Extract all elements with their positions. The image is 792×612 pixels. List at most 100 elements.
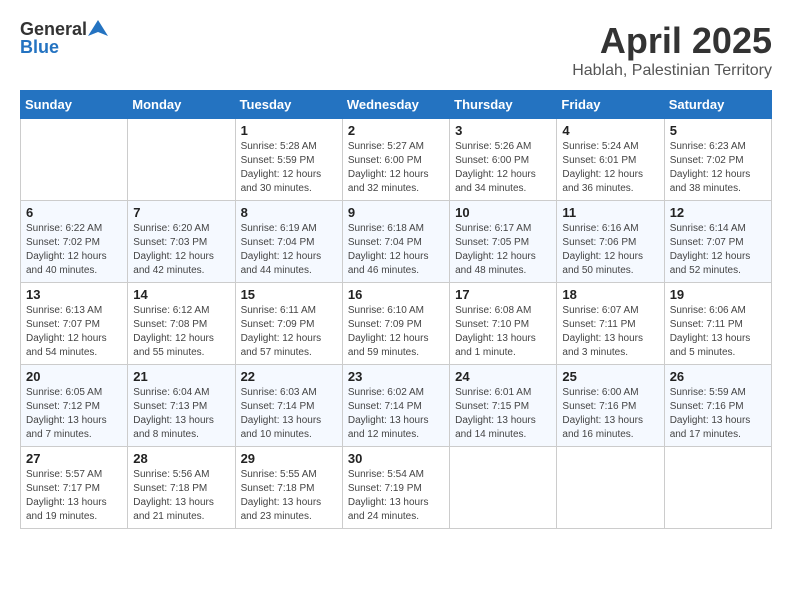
day-info: Sunrise: 6:20 AMSunset: 7:03 PMDaylight:… bbox=[133, 222, 229, 278]
day-number: 15 bbox=[241, 287, 337, 302]
title-block: April 2025 Hablah, Palestinian Territory bbox=[572, 20, 772, 80]
day-number: 4 bbox=[562, 123, 658, 138]
day-number: 29 bbox=[241, 451, 337, 466]
calendar-cell: 4 Sunrise: 5:24 AMSunset: 6:01 PMDaylight… bbox=[557, 119, 664, 201]
day-number: 14 bbox=[133, 287, 229, 302]
day-info: Sunrise: 6:11 AMSunset: 7:09 PMDaylight:… bbox=[241, 304, 337, 360]
calendar-cell bbox=[664, 447, 771, 529]
day-info: Sunrise: 6:19 AMSunset: 7:04 PMDaylight:… bbox=[241, 222, 337, 278]
day-number: 22 bbox=[241, 369, 337, 384]
calendar-cell: 7 Sunrise: 6:20 AMSunset: 7:03 PMDaylight… bbox=[128, 201, 235, 283]
calendar-cell bbox=[557, 447, 664, 529]
day-info: Sunrise: 6:05 AMSunset: 7:12 PMDaylight:… bbox=[26, 386, 122, 442]
calendar-cell: 15 Sunrise: 6:11 AMSunset: 7:09 PMDayligh… bbox=[235, 283, 342, 365]
day-number: 16 bbox=[348, 287, 444, 302]
column-header-tuesday: Tuesday bbox=[235, 91, 342, 119]
calendar-cell: 3Sunrise: 5:26 AMSunset: 6:00 PMDaylight… bbox=[450, 119, 557, 201]
day-number: 11 bbox=[562, 205, 658, 220]
day-number: 1 bbox=[241, 123, 337, 138]
day-number: 9 bbox=[348, 205, 444, 220]
day-info: Sunrise: 5:28 AMSunset: 5:59 PMDaylight:… bbox=[241, 140, 337, 196]
day-number: 26 bbox=[670, 369, 766, 384]
calendar-cell bbox=[450, 447, 557, 529]
day-info: Sunrise: 6:10 AMSunset: 7:09 PMDaylight:… bbox=[348, 304, 444, 360]
day-info: Sunrise: 6:02 AMSunset: 7:14 PMDaylight:… bbox=[348, 386, 444, 442]
logo-blue: Blue bbox=[20, 38, 108, 58]
day-info: Sunrise: 6:00 AMSunset: 7:16 PMDaylight:… bbox=[562, 386, 658, 442]
logo: General Blue bbox=[20, 20, 108, 58]
page-location: Hablah, Palestinian Territory bbox=[572, 62, 772, 80]
calendar-cell: 13Sunrise: 6:13 AMSunset: 7:07 PMDayligh… bbox=[21, 283, 128, 365]
day-info: Sunrise: 6:17 AMSunset: 7:05 PMDaylight:… bbox=[455, 222, 551, 278]
column-header-thursday: Thursday bbox=[450, 91, 557, 119]
calendar-cell: 29 Sunrise: 5:55 AMSunset: 7:18 PMDayligh… bbox=[235, 447, 342, 529]
calendar-cell: 25 Sunrise: 6:00 AMSunset: 7:16 PMDayligh… bbox=[557, 365, 664, 447]
calendar-cell: 9Sunrise: 6:18 AMSunset: 7:04 PMDaylight… bbox=[342, 201, 449, 283]
calendar-cell: 23 Sunrise: 6:02 AMSunset: 7:14 PMDayligh… bbox=[342, 365, 449, 447]
day-number: 17 bbox=[455, 287, 551, 302]
day-info: Sunrise: 6:23 AMSunset: 7:02 PMDaylight:… bbox=[670, 140, 766, 196]
calendar-cell: 10Sunrise: 6:17 AMSunset: 7:05 PMDayligh… bbox=[450, 201, 557, 283]
day-number: 6 bbox=[26, 205, 122, 220]
calendar-cell bbox=[128, 119, 235, 201]
day-number: 8 bbox=[241, 205, 337, 220]
column-header-saturday: Saturday bbox=[664, 91, 771, 119]
calendar-cell: 11 Sunrise: 6:16 AMSunset: 7:06 PMDayligh… bbox=[557, 201, 664, 283]
day-number: 23 bbox=[348, 369, 444, 384]
day-info: Sunrise: 6:08 AMSunset: 7:10 PMDaylight:… bbox=[455, 304, 551, 360]
page-title: April 2025 bbox=[572, 20, 772, 62]
calendar-cell: 19 Sunrise: 6:06 AMSunset: 7:11 PMDayligh… bbox=[664, 283, 771, 365]
calendar-cell: 20Sunrise: 6:05 AMSunset: 7:12 PMDayligh… bbox=[21, 365, 128, 447]
day-number: 7 bbox=[133, 205, 229, 220]
day-number: 21 bbox=[133, 369, 229, 384]
calendar-cell: 12 Sunrise: 6:14 AMSunset: 7:07 PMDayligh… bbox=[664, 201, 771, 283]
calendar-cell: 27 Sunrise: 5:57 AMSunset: 7:17 PMDayligh… bbox=[21, 447, 128, 529]
day-info: Sunrise: 5:56 AMSunset: 7:18 PMDaylight:… bbox=[133, 468, 229, 524]
day-number: 12 bbox=[670, 205, 766, 220]
calendar-cell: 22Sunrise: 6:03 AMSunset: 7:14 PMDayligh… bbox=[235, 365, 342, 447]
day-info: Sunrise: 6:06 AMSunset: 7:11 PMDaylight:… bbox=[670, 304, 766, 360]
day-number: 13 bbox=[26, 287, 122, 302]
day-info: Sunrise: 6:04 AMSunset: 7:13 PMDaylight:… bbox=[133, 386, 229, 442]
day-info: Sunrise: 5:57 AMSunset: 7:17 PMDaylight:… bbox=[26, 468, 122, 524]
calendar-cell: 21 Sunrise: 6:04 AMSunset: 7:13 PMDayligh… bbox=[128, 365, 235, 447]
day-info: Sunrise: 5:24 AMSunset: 6:01 PMDaylight:… bbox=[562, 140, 658, 196]
day-info: Sunrise: 6:22 AMSunset: 7:02 PMDaylight:… bbox=[26, 222, 122, 278]
calendar-table: SundayMondayTuesdayWednesdayThursdayFrid… bbox=[20, 90, 772, 529]
week-row-1: 1 Sunrise: 5:28 AMSunset: 5:59 PMDaylight… bbox=[21, 119, 772, 201]
day-number: 27 bbox=[26, 451, 122, 466]
calendar-cell: 18Sunrise: 6:07 AMSunset: 7:11 PMDayligh… bbox=[557, 283, 664, 365]
column-header-friday: Friday bbox=[557, 91, 664, 119]
day-number: 24 bbox=[455, 369, 551, 384]
calendar-header: SundayMondayTuesdayWednesdayThursdayFrid… bbox=[21, 91, 772, 119]
day-number: 5 bbox=[670, 123, 766, 138]
calendar-cell: 28Sunrise: 5:56 AMSunset: 7:18 PMDayligh… bbox=[128, 447, 235, 529]
calendar-cell: 6 Sunrise: 6:22 AMSunset: 7:02 PMDaylight… bbox=[21, 201, 128, 283]
calendar-cell: 1 Sunrise: 5:28 AMSunset: 5:59 PMDaylight… bbox=[235, 119, 342, 201]
calendar-cell: 8 Sunrise: 6:19 AMSunset: 7:04 PMDaylight… bbox=[235, 201, 342, 283]
column-header-sunday: Sunday bbox=[21, 91, 128, 119]
calendar-cell: 2Sunrise: 5:27 AMSunset: 6:00 PMDaylight… bbox=[342, 119, 449, 201]
day-info: Sunrise: 6:16 AMSunset: 7:06 PMDaylight:… bbox=[562, 222, 658, 278]
day-info: Sunrise: 5:59 AMSunset: 7:16 PMDaylight:… bbox=[670, 386, 766, 442]
day-info: Sunrise: 5:27 AMSunset: 6:00 PMDaylight:… bbox=[348, 140, 444, 196]
day-number: 30 bbox=[348, 451, 444, 466]
day-number: 3 bbox=[455, 123, 551, 138]
calendar-cell: 24Sunrise: 6:01 AMSunset: 7:15 PMDayligh… bbox=[450, 365, 557, 447]
calendar-cell: 17 Sunrise: 6:08 AMSunset: 7:10 PMDayligh… bbox=[450, 283, 557, 365]
calendar-cell: 26 Sunrise: 5:59 AMSunset: 7:16 PMDayligh… bbox=[664, 365, 771, 447]
calendar-cell: 5 Sunrise: 6:23 AMSunset: 7:02 PMDaylight… bbox=[664, 119, 771, 201]
column-header-monday: Monday bbox=[128, 91, 235, 119]
week-row-2: 6 Sunrise: 6:22 AMSunset: 7:02 PMDaylight… bbox=[21, 201, 772, 283]
day-number: 25 bbox=[562, 369, 658, 384]
day-number: 19 bbox=[670, 287, 766, 302]
calendar-cell: 16 Sunrise: 6:10 AMSunset: 7:09 PMDayligh… bbox=[342, 283, 449, 365]
week-row-3: 13Sunrise: 6:13 AMSunset: 7:07 PMDayligh… bbox=[21, 283, 772, 365]
day-info: Sunrise: 6:14 AMSunset: 7:07 PMDaylight:… bbox=[670, 222, 766, 278]
day-number: 18 bbox=[562, 287, 658, 302]
calendar-cell bbox=[21, 119, 128, 201]
day-info: Sunrise: 5:55 AMSunset: 7:18 PMDaylight:… bbox=[241, 468, 337, 524]
page-header: General Blue April 2025 Hablah, Palestin… bbox=[20, 20, 772, 80]
header-row: SundayMondayTuesdayWednesdayThursdayFrid… bbox=[21, 91, 772, 119]
day-info: Sunrise: 5:54 AMSunset: 7:19 PMDaylight:… bbox=[348, 468, 444, 524]
